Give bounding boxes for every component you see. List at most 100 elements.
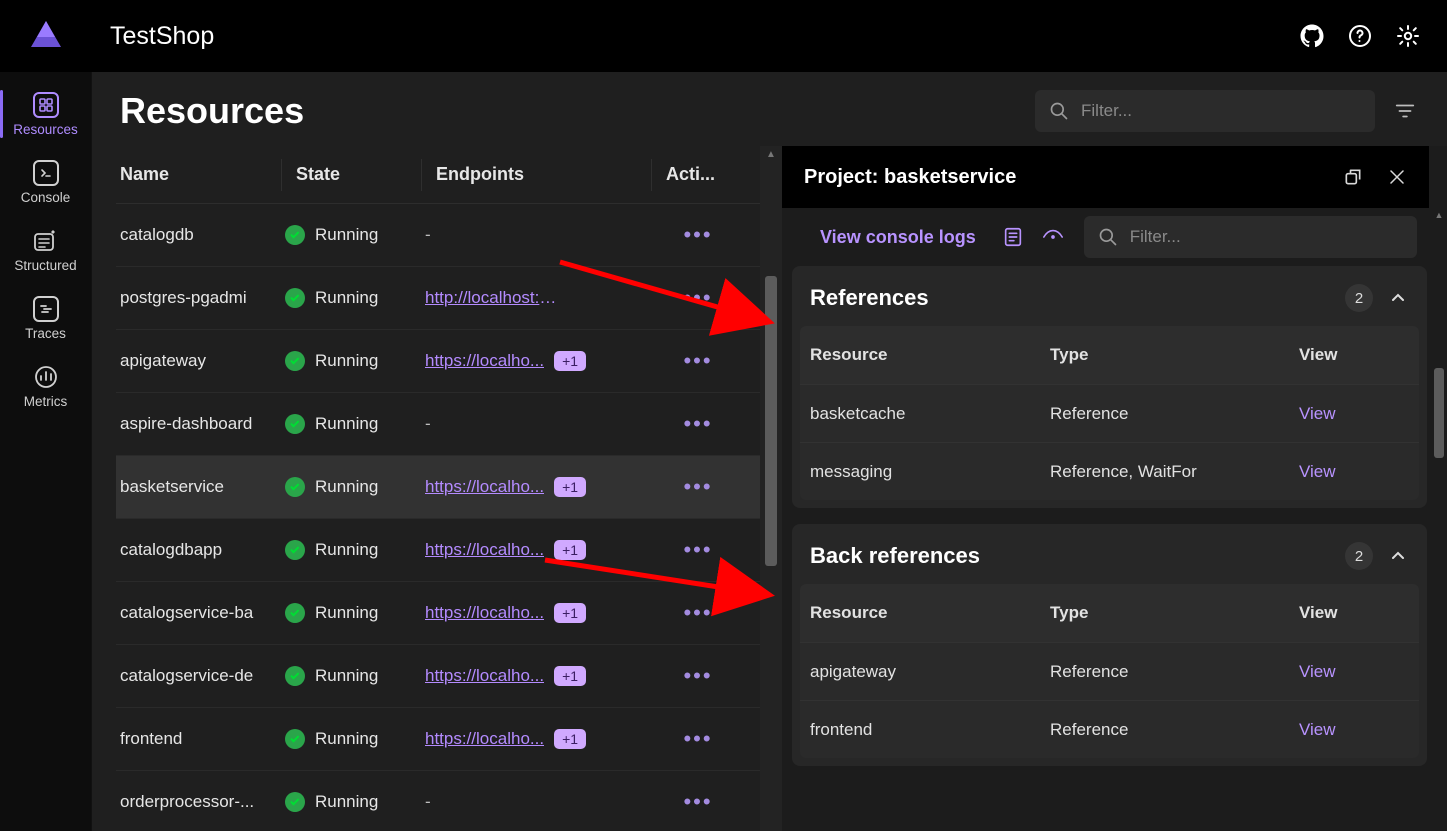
table-row[interactable]: apigatewayRunninghttps://localho...+1••• [116, 330, 760, 393]
endpoint-link[interactable]: https://localho... [425, 351, 544, 371]
view-link[interactable]: View [1299, 662, 1336, 681]
resources-filter-input[interactable] [1081, 101, 1361, 121]
endpoint-more-badge[interactable]: +1 [554, 666, 586, 686]
search-icon [1098, 227, 1118, 247]
topbar: TestShop [0, 0, 1447, 72]
table-row[interactable]: catalogservice-deRunninghttps://localho.… [116, 645, 760, 708]
row-menu-icon[interactable]: ••• [683, 348, 712, 374]
table-row[interactable]: catalogservice-ba Running https://localho.… [116, 582, 760, 645]
endpoint-more-badge[interactable]: +1 [554, 477, 586, 497]
resource-state: Running [281, 666, 421, 686]
nav-structured[interactable]: Structured [0, 216, 91, 284]
nav-resources[interactable]: Resources [0, 80, 91, 148]
endpoint-more-badge[interactable]: +1 [554, 351, 586, 371]
row-menu-icon[interactable]: ••• [683, 600, 712, 626]
section-row: messagingReference, WaitForView [800, 442, 1419, 500]
scroll-thumb[interactable] [765, 276, 777, 566]
state-label: Running [315, 540, 378, 560]
table-row[interactable]: catalogdbappRunninghttps://localho...+1•… [116, 519, 760, 582]
scroll-up-arrow-icon[interactable]: ▲ [760, 146, 782, 162]
row-menu-icon[interactable]: ••• [683, 474, 712, 500]
close-icon[interactable] [1383, 163, 1411, 191]
ref-type: Reference [1050, 404, 1299, 424]
resource-name: basketservice [116, 477, 281, 497]
traces-icon [33, 296, 59, 322]
section-header[interactable]: References2 [792, 266, 1427, 326]
settings-gear-icon[interactable] [1393, 21, 1423, 51]
endpoint-more-badge[interactable]: +1 [554, 540, 586, 560]
scroll-thumb[interactable] [1434, 368, 1444, 458]
table-row[interactable]: orderprocessor-...Running-••• [116, 771, 760, 831]
view-console-logs-link[interactable]: View console logs [806, 221, 990, 254]
github-icon[interactable] [1297, 21, 1327, 51]
table-row[interactable]: basketserviceRunninghttps://localho...+1… [116, 456, 760, 519]
watch-icon[interactable] [1036, 220, 1070, 254]
row-menu-icon[interactable]: ••• [683, 222, 712, 248]
row-actions: ••• [651, 222, 741, 248]
table-row[interactable]: catalogdbRunning-••• [116, 204, 760, 267]
view-link[interactable]: View [1299, 720, 1336, 739]
th-name[interactable]: Name [116, 164, 281, 185]
row-menu-icon[interactable]: ••• [683, 411, 712, 437]
row-menu-icon[interactable]: ••• [683, 663, 712, 689]
row-menu-icon[interactable]: ••• [683, 789, 712, 815]
endpoint-link[interactable]: https://localho... [425, 729, 544, 749]
terminal-icon [33, 160, 59, 186]
resource-endpoints: - [421, 414, 651, 434]
details-filter-input[interactable] [1130, 227, 1403, 247]
resource-state: Running [281, 603, 421, 623]
nav-traces[interactable]: Traces [0, 284, 91, 352]
logs-icon[interactable] [996, 220, 1030, 254]
ref-type: Reference [1050, 720, 1299, 740]
no-endpoint: - [425, 414, 431, 433]
metrics-icon [33, 364, 59, 390]
section-table-header: ResourceTypeView [800, 326, 1419, 384]
chevron-up-icon[interactable] [1387, 545, 1409, 567]
endpoint-link[interactable]: https://localho... [425, 603, 544, 623]
row-actions: ••• [651, 663, 741, 689]
nav-console[interactable]: Console [0, 148, 91, 216]
nav-metrics[interactable]: Metrics [0, 352, 91, 420]
col-resource: Resource [810, 603, 1050, 623]
state-label: Running [315, 792, 378, 812]
section-count: 2 [1345, 284, 1373, 312]
details-filter[interactable] [1084, 216, 1417, 258]
help-icon[interactable] [1345, 21, 1375, 51]
vertical-scrollbar[interactable]: ▲ [760, 146, 782, 831]
left-nav: Resources Console Structured Traces Metr… [0, 72, 92, 831]
app-title: TestShop [110, 22, 214, 51]
endpoint-more-badge[interactable]: +1 [554, 729, 586, 749]
row-menu-icon[interactable]: ••• [683, 285, 712, 311]
row-menu-icon[interactable]: ••• [683, 726, 712, 752]
th-state[interactable]: State [281, 159, 421, 191]
table-row[interactable]: frontendRunninghttps://localho...+1••• [116, 708, 760, 771]
endpoint-link[interactable]: https://localho... [425, 666, 544, 686]
endpoint-link[interactable]: https://localho... [425, 477, 544, 497]
endpoint-link[interactable]: http://localhost:56790 [425, 288, 565, 308]
grid-icon [33, 92, 59, 118]
chevron-up-icon[interactable] [1387, 287, 1409, 309]
endpoint-link[interactable]: https://localho... [425, 540, 544, 560]
page: Resources Name State Endpoints Acti... [92, 72, 1447, 831]
resources-filter[interactable] [1035, 90, 1375, 132]
row-menu-icon[interactable]: ••• [683, 537, 712, 563]
endpoint-more-badge[interactable]: +1 [554, 603, 586, 623]
details-title: Project: basketservice [804, 166, 1016, 189]
details-scrollbar[interactable]: ▲ [1431, 208, 1447, 831]
state-label: Running [315, 603, 378, 623]
section-backrefs: Back references2ResourceTypeViewapigatew… [792, 524, 1427, 766]
resource-name: catalogservice-ba [116, 603, 281, 623]
ref-view: View [1299, 404, 1419, 424]
th-actions[interactable]: Acti... [651, 159, 741, 191]
section-header[interactable]: Back references2 [792, 524, 1427, 584]
table-row[interactable]: postgres-pgadmiRunninghttp://localhost:5… [116, 267, 760, 330]
resource-state: Running [281, 351, 421, 371]
view-link[interactable]: View [1299, 404, 1336, 423]
resource-endpoints: https://localho... +1 [421, 351, 651, 371]
th-endpoints[interactable]: Endpoints [421, 159, 651, 191]
table-row[interactable]: aspire-dashboardRunning-••• [116, 393, 760, 456]
view-link[interactable]: View [1299, 462, 1336, 481]
scroll-up-arrow-icon[interactable]: ▲ [1431, 208, 1447, 222]
popout-icon[interactable] [1339, 163, 1367, 191]
filter-toggle-icon[interactable] [1391, 97, 1419, 125]
